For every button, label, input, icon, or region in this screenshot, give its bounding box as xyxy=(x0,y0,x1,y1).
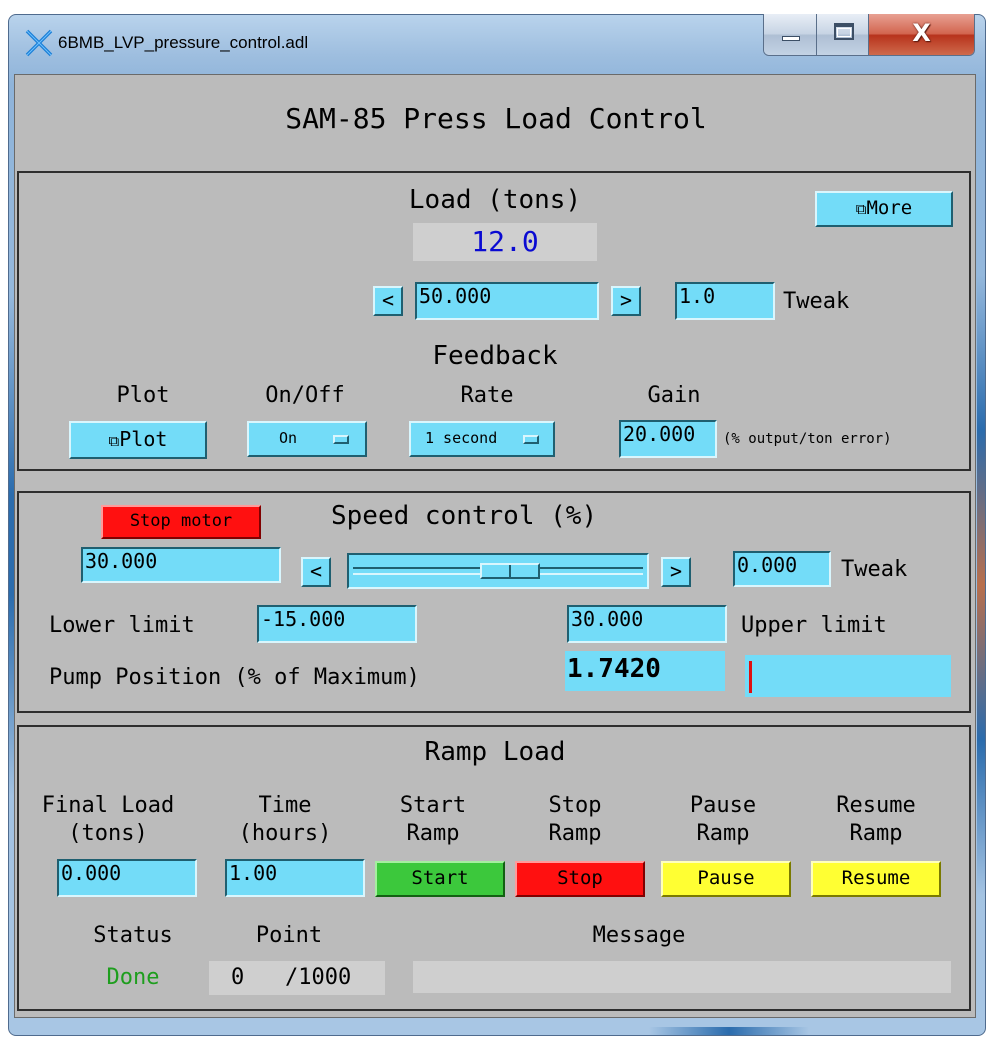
point-value: 0 xyxy=(231,965,245,990)
resume-ramp-button[interactable]: Resume xyxy=(811,861,941,897)
pump-position-label: Pump Position (% of Maximum) xyxy=(49,665,420,690)
point-label: Point xyxy=(255,923,323,948)
start-ramp-button[interactable]: Start xyxy=(375,861,505,897)
speed-tweak-label: Tweak xyxy=(841,557,908,582)
lower-limit-label: Lower limit xyxy=(49,613,195,638)
speed-heading: Speed control (%) xyxy=(331,501,598,531)
client-area: SAM-85 Press Load Control Load (tons) ⧉M… xyxy=(14,74,976,1018)
rate-menu[interactable]: 1 second xyxy=(409,421,555,457)
close-icon: X xyxy=(912,19,931,47)
minimize-icon xyxy=(782,36,800,41)
final-load-label-1: Final Load xyxy=(41,793,175,818)
related-display-icon: ⧉ xyxy=(108,432,120,450)
ramp-time-field[interactable]: 1.00 xyxy=(225,859,365,897)
ramp-status-value: Done xyxy=(106,965,160,990)
message-label: Message xyxy=(592,923,686,948)
plot-label: Plot xyxy=(116,383,170,408)
window-title: 6BMB_LVP_pressure_control.adl xyxy=(58,33,309,52)
load-panel: Load (tons) ⧉More 12.0 < 50.000 > 1.0 Tw… xyxy=(17,171,971,471)
speed-panel: Stop motor Speed control (%) 30.000 < > … xyxy=(17,491,971,713)
rate-label: Rate xyxy=(460,383,514,408)
time-label-1: Time xyxy=(258,793,312,818)
page-title: SAM-85 Press Load Control xyxy=(285,102,707,135)
start-ramp-label-1: Start xyxy=(399,793,467,818)
maximize-icon xyxy=(833,23,854,40)
final-load-label-2: (tons) xyxy=(68,821,148,846)
lower-limit-field[interactable]: -15.000 xyxy=(257,605,417,643)
time-label-2: (hours) xyxy=(238,821,332,846)
close-button[interactable]: X xyxy=(869,14,974,55)
speed-value-field[interactable]: 30.000 xyxy=(81,547,281,583)
feedback-heading: Feedback xyxy=(432,341,558,371)
slider-thumb[interactable] xyxy=(479,563,540,579)
load-increment-button[interactable]: > xyxy=(611,286,641,316)
gain-units: (% output/ton error) xyxy=(723,431,892,447)
stop-ramp-label-1: Stop xyxy=(548,793,602,818)
point-total: /1000 xyxy=(285,965,352,990)
frame-glow-right xyxy=(977,275,985,895)
plot-button[interactable]: ⧉Plot xyxy=(69,421,207,459)
gain-field[interactable]: 20.000 xyxy=(619,420,717,458)
onoff-menu[interactable]: On xyxy=(247,421,367,457)
point-readback: 0 /1000 xyxy=(209,961,385,995)
speed-slider[interactable] xyxy=(347,553,649,589)
ramp-panel: Ramp Load Final Load (tons) Time (hours)… xyxy=(17,725,971,1011)
x-window-icon[interactable] xyxy=(24,28,54,58)
final-load-field[interactable]: 0.000 xyxy=(57,859,197,897)
pump-position-bar xyxy=(745,655,951,697)
stop-ramp-label-2: Ramp xyxy=(548,821,602,846)
speed-decrement-button[interactable]: < xyxy=(301,557,331,587)
pump-position-marker xyxy=(748,661,752,693)
start-ramp-label-2: Ramp xyxy=(406,821,460,846)
onoff-value: On xyxy=(279,429,298,447)
load-decrement-button[interactable]: < xyxy=(373,286,403,316)
frame-glow-bottom xyxy=(649,1027,809,1035)
load-readback: 12.0 xyxy=(413,223,597,261)
ramp-message xyxy=(413,961,951,993)
menu-indicator-icon xyxy=(523,435,539,444)
gain-label: Gain xyxy=(647,383,701,408)
speed-tweak-field[interactable]: 0.000 xyxy=(733,551,831,587)
window-controls: X xyxy=(763,14,975,56)
minimize-button[interactable] xyxy=(764,14,817,55)
stop-ramp-button[interactable]: Stop xyxy=(515,861,645,897)
plot-button-label: Plot xyxy=(119,427,168,451)
more-button[interactable]: ⧉More xyxy=(815,191,953,227)
pump-position-readback: 1.7420 xyxy=(565,651,725,691)
onoff-label: On/Off xyxy=(265,383,345,408)
load-tweak-field[interactable]: 1.0 xyxy=(675,282,775,320)
status-label: Status xyxy=(93,923,173,948)
resume-ramp-label-2: Ramp xyxy=(849,821,903,846)
speed-increment-button[interactable]: > xyxy=(661,557,691,587)
menu-indicator-icon xyxy=(333,435,349,444)
stop-motor-button[interactable]: Stop motor xyxy=(101,505,261,539)
resume-ramp-label-1: Resume xyxy=(836,793,916,818)
upper-limit-field[interactable]: 30.000 xyxy=(567,605,727,643)
pause-ramp-label-2: Ramp xyxy=(696,821,750,846)
pause-ramp-button[interactable]: Pause xyxy=(661,861,791,897)
slider-thumb-divider xyxy=(508,565,511,577)
load-tweak-label: Tweak xyxy=(783,289,850,314)
rate-value: 1 second xyxy=(425,429,498,447)
more-button-label: More xyxy=(866,197,913,219)
ramp-heading: Ramp Load xyxy=(424,737,566,767)
pause-ramp-label-1: Pause xyxy=(689,793,757,818)
maximize-button[interactable] xyxy=(816,14,869,55)
load-setpoint-field[interactable]: 50.000 xyxy=(415,282,599,320)
load-heading: Load (tons) xyxy=(408,185,582,215)
related-display-icon: ⧉ xyxy=(855,200,867,218)
upper-limit-label: Upper limit xyxy=(741,613,887,638)
